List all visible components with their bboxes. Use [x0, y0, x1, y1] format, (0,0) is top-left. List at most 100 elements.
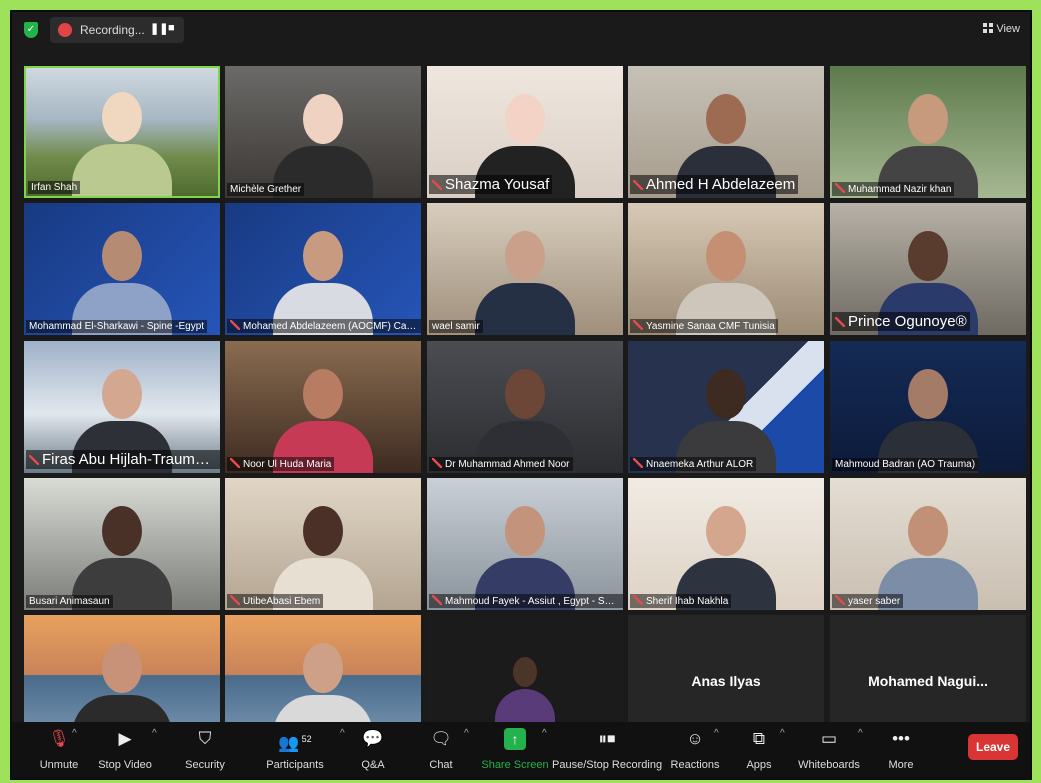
participant-name: Busari Animasaun: [29, 596, 110, 607]
participant-name: Shazma Yousaf: [445, 176, 550, 193]
participant-tile[interactable]: Noor Ul Huda Maria: [225, 341, 421, 473]
more-dots-icon: •••: [892, 729, 910, 748]
security-button[interactable]: ⛉ Security: [162, 728, 248, 773]
participant-tile[interactable]: Mahmoud Badran (AO Trauma): [830, 341, 1026, 473]
muted-mic-icon: [230, 320, 240, 330]
video-options-caret-icon[interactable]: ^: [152, 728, 157, 739]
qa-label: Q&A: [361, 759, 385, 771]
share-screen-icon: ↑: [504, 728, 526, 750]
audio-options-caret-icon[interactable]: ^: [72, 728, 77, 739]
participant-tile[interactable]: Shazma Yousaf: [427, 66, 623, 198]
share-options-caret-icon[interactable]: ^: [542, 728, 547, 739]
participant-name-label: Mahmoud Badran (AO Trauma): [832, 458, 979, 471]
participant-tile[interactable]: Sherif Ihab Nakhla: [628, 478, 824, 610]
meeting-toolbar: 🎙 Unmute ^ ▶ Stop Video ^ ⛉ Security 👥 52…: [12, 722, 1030, 778]
muted-mic-icon: [230, 458, 240, 468]
participant-silhouette: [273, 355, 373, 473]
participant-silhouette: [72, 492, 172, 610]
participant-name-label: UtibeAbasi Ebem: [227, 594, 324, 608]
participant-name: UtibeAbasi Ebem: [243, 596, 321, 607]
participant-name: Mahmoud Fayek - Assiut , Egypt - Spine: [445, 596, 623, 607]
participants-button[interactable]: 👥 52 Participants: [252, 728, 338, 773]
participant-tile[interactable]: Busari Animasaun: [24, 478, 220, 610]
pause-stop-icon: ⏸⏹: [598, 729, 616, 748]
muted-mic-icon: [835, 317, 845, 327]
participant-name-label: Dr Muhammad Ahmed Noor: [429, 457, 573, 471]
participant-silhouette: [475, 492, 575, 610]
more-button[interactable]: ••• More: [858, 728, 944, 773]
participant-tile[interactable]: yaser saber: [830, 478, 1026, 610]
participant-tile[interactable]: Ahmed H Abdelazeem: [628, 66, 824, 198]
security-label: Security: [185, 759, 225, 771]
more-label: More: [888, 759, 914, 771]
muted-mic-icon: [230, 595, 240, 605]
participant-name-label: Michèle Grether: [227, 183, 305, 196]
participant-name-label: Yasmine Sanaa CMF Tunisia: [630, 319, 778, 333]
participant-silhouette: [676, 492, 776, 610]
muted-mic-icon: [633, 595, 643, 605]
participant-silhouette: [273, 217, 373, 335]
participant-name-label: Muhammad Nazir khan: [832, 182, 955, 196]
leave-button[interactable]: Leave: [968, 734, 1018, 760]
video-feed: [225, 478, 421, 610]
participant-name: Muhammad Nazir khan: [848, 184, 952, 195]
participant-tile[interactable]: Yasmine Sanaa CMF Tunisia: [628, 203, 824, 335]
participant-name-label: yaser saber: [832, 594, 904, 608]
participant-name: Firas Abu Hijlah-Trauma-...: [42, 451, 220, 468]
participant-tile[interactable]: Dr Muhammad Ahmed Noor: [427, 341, 623, 473]
participants-icon: 👥 52: [278, 733, 312, 753]
participant-name: Mohamed Abdelazeem (AOCMF) Cairo Univer.…: [243, 321, 421, 332]
video-feed: [830, 66, 1026, 198]
pause-stop-recording-button[interactable]: ⏸⏹ Pause/Stop Recording: [552, 728, 662, 773]
participant-tile[interactable]: Mahmoud Fayek - Assiut , Egypt - Spine: [427, 478, 623, 610]
participant-silhouette: [72, 78, 172, 196]
participant-name: Ahmed H Abdelazeem: [646, 176, 796, 193]
muted-mic-icon: [29, 455, 39, 465]
participant-silhouette: [273, 80, 373, 198]
participant-tile[interactable]: UtibeAbasi Ebem: [225, 478, 421, 610]
video-feed: [628, 478, 824, 610]
participant-tile[interactable]: Mohamed Abdelazeem (AOCMF) Cairo Univer.…: [225, 203, 421, 335]
participant-tile[interactable]: Mohammad El-Sharkawi - Spine -Egypt: [24, 203, 220, 335]
participant-name-label: Mohammad El-Sharkawi - Spine -Egypt: [26, 320, 208, 333]
video-feed: [225, 203, 421, 335]
participant-name: Mohammad El-Sharkawi - Spine -Egypt: [29, 321, 205, 332]
participant-name-label: Noor Ul Huda Maria: [227, 457, 335, 471]
muted-mic-icon: [432, 458, 442, 468]
whiteboards-label: Whiteboards: [798, 759, 860, 771]
participant-silhouette: [676, 355, 776, 473]
participant-name: Sherif Ihab Nakhla: [646, 596, 729, 607]
participant-tile[interactable]: wael samir: [427, 203, 623, 335]
participant-tile[interactable]: Muhammad Nazir khan: [830, 66, 1026, 198]
participant-name: Nnaemeka Arthur ALOR: [646, 459, 754, 470]
participant-name-label: Shazma Yousaf: [429, 175, 553, 194]
participant-gallery: Irfan Shah Michèle Grether Shazma Yousaf Ah…: [12, 12, 1030, 778]
participant-name-label: Irfan Shah: [28, 181, 81, 194]
video-feed: [24, 478, 220, 610]
video-feed: [830, 341, 1026, 473]
muted-mic-icon: [633, 180, 643, 190]
unmute-label: Unmute: [39, 759, 79, 771]
participant-name: Yasmine Sanaa CMF Tunisia: [646, 321, 775, 332]
video-feed: [427, 341, 623, 473]
participant-name-label: Mahmoud Fayek - Assiut , Egypt - Spine: [429, 594, 623, 608]
apps-options-caret-icon[interactable]: ^: [780, 728, 785, 739]
chat-label: Chat: [429, 759, 453, 771]
participant-silhouette: [878, 80, 978, 198]
participant-tile[interactable]: Prince Ogunoye®: [830, 203, 1026, 335]
participant-name-label: Busari Animasaun: [26, 595, 113, 608]
video-feed: [427, 478, 623, 610]
participant-name-label: Ahmed H Abdelazeem: [630, 175, 799, 194]
participant-tile[interactable]: Irfan Shah: [24, 66, 220, 198]
muted-mic-icon: [432, 595, 442, 605]
video-feed: [225, 341, 421, 473]
participants-label: Participants: [266, 759, 324, 771]
participant-name: Irfan Shah: [31, 182, 78, 193]
chat-options-caret-icon[interactable]: ^: [464, 728, 469, 739]
participant-tile[interactable]: Michèle Grether: [225, 66, 421, 198]
participant-name-label: wael samir: [429, 320, 483, 333]
participant-name: Mahmoud Badran (AO Trauma): [835, 459, 976, 470]
participant-tile[interactable]: Nnaemeka Arthur ALOR: [628, 341, 824, 473]
participant-silhouette: [878, 355, 978, 473]
participant-tile[interactable]: Firas Abu Hijlah-Trauma-...: [24, 341, 220, 473]
